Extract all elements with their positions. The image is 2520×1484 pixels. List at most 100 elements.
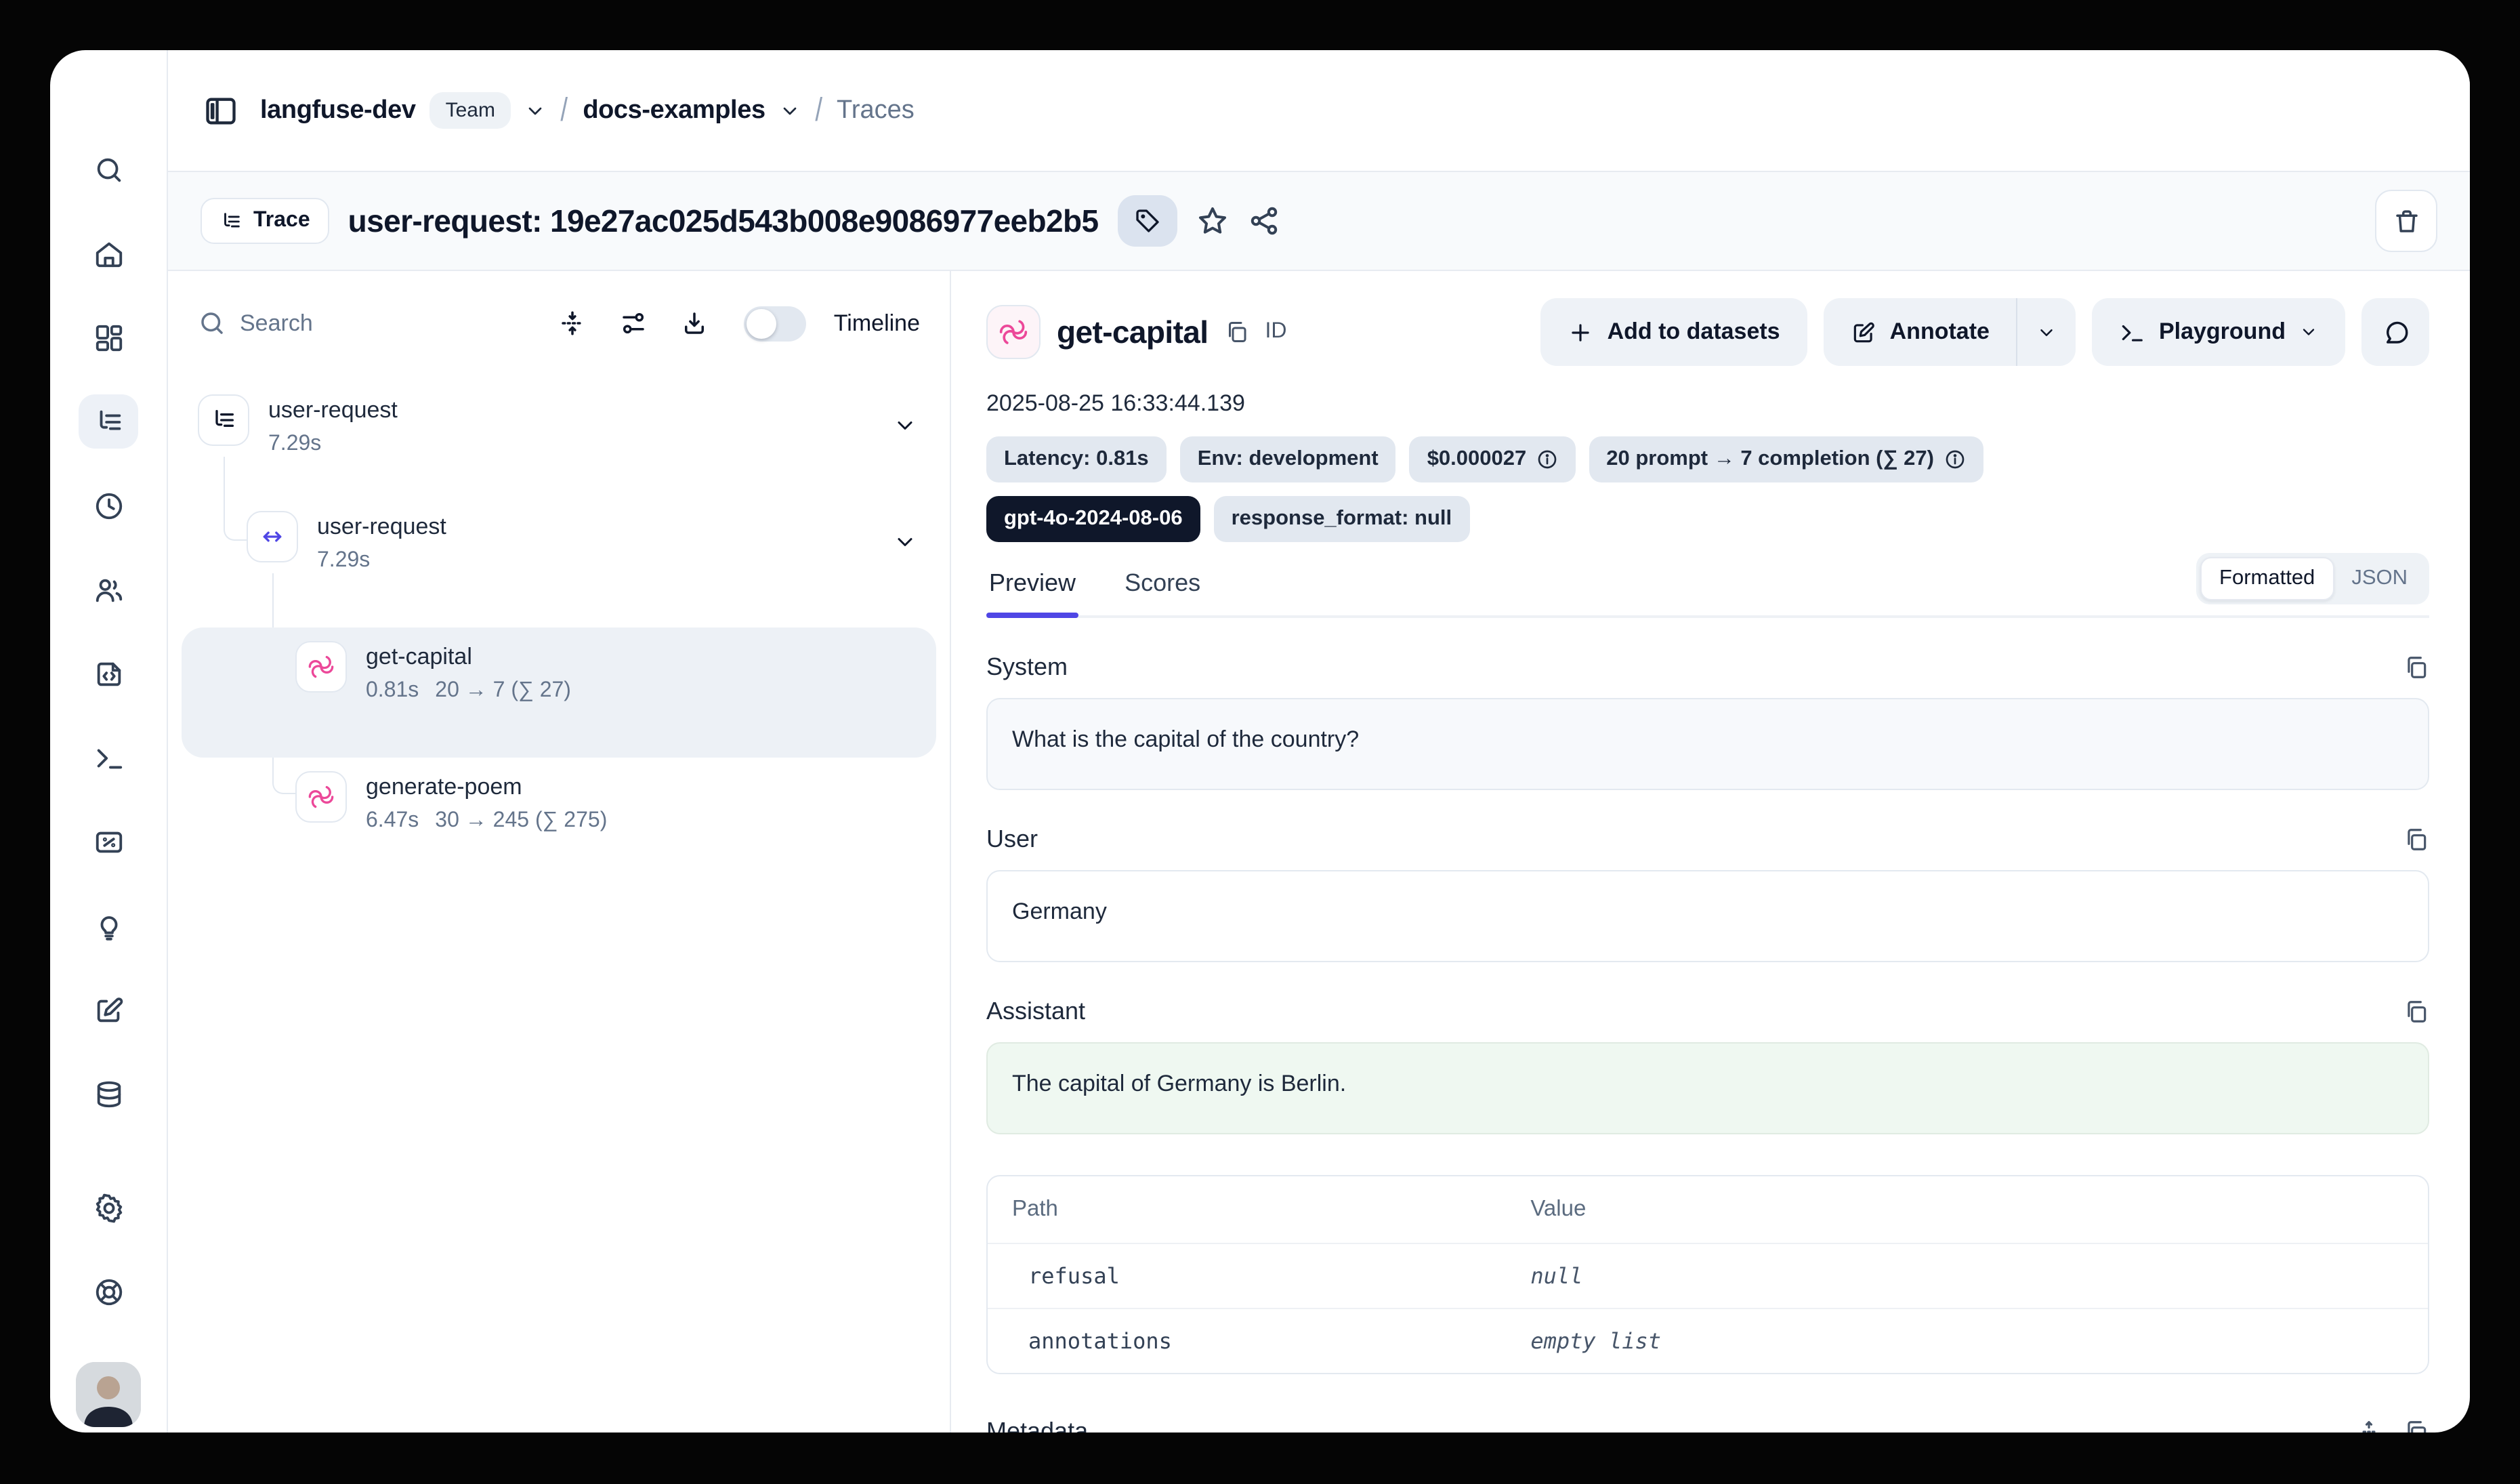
delete-trace-button[interactable]	[2375, 190, 2437, 252]
project-chevron-icon[interactable]	[525, 100, 547, 121]
copy-icon[interactable]	[2403, 1419, 2429, 1433]
nav-tracing-icon[interactable]	[79, 394, 138, 449]
collapse-all-icon[interactable]	[559, 309, 587, 337]
node-name: user-request	[268, 397, 398, 424]
trace-tree-panel: Timeline user-request 7.29s	[168, 271, 951, 1433]
add-to-datasets-button[interactable]: Add to datasets	[1541, 298, 1807, 366]
value-cell: null	[1506, 1244, 1607, 1308]
nav-annotation-icon[interactable]	[79, 983, 138, 1037]
nav-scores-icon[interactable]	[79, 815, 138, 869]
id-label: ID	[1265, 320, 1286, 344]
column-value: Value	[1506, 1176, 1610, 1243]
tag-button[interactable]	[1118, 195, 1177, 247]
add-to-datasets-label: Add to datasets	[1608, 318, 1780, 346]
comments-button[interactable]	[2361, 298, 2429, 366]
annotate-button-group: Annotate	[1824, 298, 2076, 366]
node-duration: 0.81s	[366, 679, 419, 703]
content-area: Timeline user-request 7.29s	[168, 271, 2470, 1433]
observation-badges: Latency: 0.81s Env: development $0.00002…	[986, 436, 2206, 542]
observation-panel: get-capital ID Add to datasets Annotate	[951, 271, 2470, 1433]
response-format-badge: response_format: null	[1214, 496, 1470, 542]
preview-content: System What is the capital of the countr…	[986, 618, 2429, 1433]
copy-icon[interactable]	[2403, 655, 2429, 680]
nav-playground-icon[interactable]	[79, 730, 138, 785]
nav-home-icon[interactable]	[79, 226, 138, 281]
nav-users-icon[interactable]	[79, 562, 138, 617]
share-icon[interactable]	[1248, 205, 1280, 237]
playground-button[interactable]: Playground	[2093, 298, 2345, 366]
generation-node-icon	[295, 771, 347, 823]
tab-scores[interactable]: Scores	[1122, 569, 1203, 615]
star-icon[interactable]	[1196, 205, 1229, 237]
node-duration: 7.29s	[317, 549, 370, 573]
app-window: langfuse-dev Team / docs-examples / Trac…	[50, 50, 2470, 1433]
nav-sessions-icon[interactable]	[79, 478, 138, 533]
section-chevron-icon[interactable]	[779, 100, 801, 121]
comment-icon	[2381, 318, 2410, 346]
sidebar-toggle-icon[interactable]	[203, 93, 238, 128]
breadcrumb-section[interactable]: docs-examples	[583, 96, 765, 125]
copy-id-icon[interactable]	[1224, 320, 1248, 344]
collapse-chevron-icon[interactable]	[893, 413, 917, 438]
system-message-box: What is the capital of the country?	[986, 698, 2429, 790]
info-icon	[1536, 449, 1557, 470]
metadata-section-header: Metadata	[986, 1418, 2429, 1433]
display-settings-icon[interactable]	[620, 309, 648, 337]
trace-title: user-request: 19e27ac025d543b008e9086977…	[348, 203, 1099, 239]
annotate-pen-icon	[1851, 319, 1876, 345]
nav-search-icon[interactable]	[79, 142, 138, 197]
breadcrumb-separator: /	[815, 91, 822, 129]
playground-chevron-icon	[2299, 323, 2318, 342]
expand-icon[interactable]	[2356, 1419, 2382, 1433]
collapse-chevron-icon[interactable]	[893, 530, 917, 554]
node-duration: 7.29s	[268, 432, 321, 457]
generation-icon	[986, 305, 1041, 359]
trace-type-chip[interactable]: Trace	[201, 198, 329, 244]
table-row: annotations empty list	[988, 1308, 2428, 1373]
cost-badge[interactable]: $0.000027	[1410, 436, 1576, 482]
format-option-json[interactable]: JSON	[2334, 558, 2425, 599]
download-icon[interactable]	[681, 309, 709, 337]
metadata-title: Metadata	[986, 1418, 1088, 1433]
output-table-header: Path Value	[988, 1176, 2428, 1243]
breadcrumb-project[interactable]: langfuse-dev	[260, 96, 416, 125]
tree-row-generation-selected[interactable]: get-capital 0.81s 20 → 7 (∑ 27)	[182, 627, 936, 758]
nav-prompts-icon[interactable]	[79, 646, 138, 701]
annotate-dropdown-chevron[interactable]	[2017, 298, 2076, 366]
annotate-button[interactable]: Annotate	[1824, 298, 2017, 366]
trash-icon	[2392, 207, 2420, 235]
node-name: user-request	[317, 514, 446, 541]
path-cell: refusal	[988, 1244, 1506, 1308]
nav-evaluators-icon[interactable]	[79, 899, 138, 953]
user-section-header: User	[986, 825, 2429, 854]
observation-name: get-capital	[1057, 314, 1208, 350]
user-avatar[interactable]	[76, 1362, 141, 1427]
timeline-toggle[interactable]	[744, 306, 807, 341]
latency-badge: Latency: 0.81s	[986, 436, 1167, 482]
rail-nav	[50, 142, 167, 1427]
copy-icon[interactable]	[2403, 827, 2429, 852]
playground-label: Playground	[2159, 318, 2286, 346]
nav-support-icon[interactable]	[79, 1264, 138, 1319]
node-name: get-capital	[366, 644, 571, 671]
copy-icon[interactable]	[2403, 999, 2429, 1025]
search-icon	[198, 309, 226, 337]
breadcrumb-separator: /	[561, 91, 568, 129]
breadcrumb-page[interactable]: Traces	[837, 96, 915, 125]
nav-dashboard-icon[interactable]	[79, 310, 138, 365]
nav-datasets-icon[interactable]	[79, 1067, 138, 1121]
observation-timestamp: 2025-08-25 16:33:44.139	[986, 390, 2429, 417]
model-badge[interactable]: gpt-4o-2024-08-06	[986, 496, 1200, 542]
tree-toolbar: Timeline	[168, 271, 950, 375]
tab-preview[interactable]: Preview	[986, 569, 1078, 615]
tokens-badge[interactable]: 20 prompt → 7 completion (∑ 27)	[1589, 436, 1983, 482]
annotate-label: Annotate	[1890, 318, 1990, 346]
search-input[interactable]	[240, 310, 526, 337]
tree-row-generation[interactable]: generate-poem 6.47s 30 → 245 (∑ 275)	[168, 771, 950, 882]
tree-row-span[interactable]: user-request 7.29s	[168, 511, 950, 622]
tree-row-trace[interactable]: user-request 7.29s	[168, 394, 950, 506]
format-switcher: Formatted JSON	[2196, 553, 2429, 604]
nav-settings-icon[interactable]	[79, 1180, 138, 1235]
system-section-title: System	[986, 653, 1068, 682]
format-option-formatted[interactable]: Formatted	[2200, 557, 2334, 600]
